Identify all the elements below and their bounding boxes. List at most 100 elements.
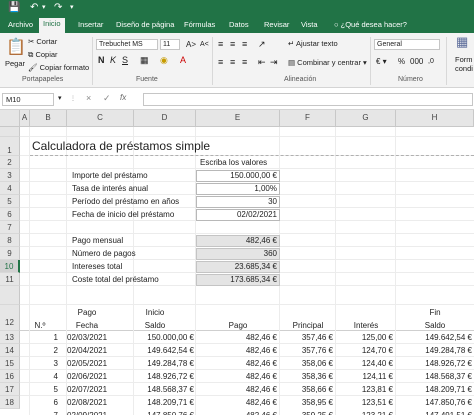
paste-button[interactable]: Pegar bbox=[5, 59, 25, 68]
tab-revisar[interactable]: Revisar bbox=[260, 19, 293, 33]
row-header[interactable]: 12 bbox=[0, 305, 20, 331]
tab-vista[interactable]: Vista bbox=[297, 19, 322, 33]
comma-style-icon[interactable]: 000 bbox=[410, 57, 423, 67]
tab-formulas[interactable]: Fórmulas bbox=[180, 19, 219, 33]
interest-cell: 123,21 € bbox=[336, 409, 393, 415]
copy-button[interactable]: ⧉ Copiar bbox=[28, 50, 58, 60]
namebox-dropdown-icon[interactable]: ▾ bbox=[58, 94, 62, 104]
end-balance-cell: 149.284,78 € bbox=[425, 346, 472, 355]
shrink-font-icon[interactable]: A˂ bbox=[200, 40, 209, 50]
increase-indent-icon[interactable]: ⇥ bbox=[270, 57, 278, 67]
save-icon[interactable]: 💾 bbox=[8, 2, 20, 14]
principal-cell: 357,46 € bbox=[301, 333, 333, 342]
row-header[interactable]: 7 bbox=[0, 221, 20, 234]
row-header[interactable]: 15 bbox=[0, 357, 20, 370]
percent-icon[interactable]: % bbox=[398, 57, 405, 67]
select-all-corner[interactable] bbox=[0, 110, 20, 127]
payment-cell: 482,46 € bbox=[196, 409, 277, 415]
font-name-select[interactable]: Trebuchet MS bbox=[96, 39, 158, 50]
interest-cell: 123,51 € bbox=[361, 398, 393, 407]
italic-icon[interactable]: K bbox=[110, 55, 116, 65]
tab-datos[interactable]: Datos bbox=[225, 19, 253, 33]
column-header-d[interactable]: D bbox=[134, 110, 196, 127]
row-header[interactable]: 18 bbox=[0, 396, 20, 409]
align-top-icon[interactable]: ≡ bbox=[218, 39, 223, 49]
fill-color-icon[interactable]: ◉ bbox=[160, 55, 168, 65]
row-header[interactable]: 6 bbox=[0, 208, 20, 221]
undo-icon[interactable]: ↶ bbox=[30, 2, 38, 14]
row-header[interactable]: 16 bbox=[0, 370, 20, 383]
formula-input[interactable] bbox=[143, 93, 473, 106]
name-box[interactable]: M10 bbox=[2, 93, 54, 106]
sheet-title: Calculadora de préstamos simple bbox=[32, 139, 211, 153]
column-header-c[interactable]: C bbox=[67, 110, 134, 127]
worksheet-grid[interactable]: A B C D E F G H 1 2 3 4 5 6 7 8 9 10 11 … bbox=[0, 110, 474, 415]
total-interest-value: 23.685,34 € bbox=[234, 262, 277, 271]
grow-font-icon[interactable]: A˃ bbox=[186, 40, 196, 50]
row-header[interactable]: 1 bbox=[0, 137, 20, 156]
align-right-icon[interactable]: ≡ bbox=[242, 57, 247, 67]
row-header[interactable]: 11 bbox=[0, 273, 20, 286]
align-middle-icon[interactable]: ≡ bbox=[230, 39, 235, 49]
payment-date-cell: 02/08/2021 bbox=[67, 398, 108, 407]
fx-icon[interactable]: fx bbox=[120, 93, 126, 103]
decrease-indent-icon[interactable]: ⇤ bbox=[258, 57, 266, 67]
column-header-g[interactable]: G bbox=[336, 110, 396, 127]
tab-archivo[interactable]: Archivo bbox=[4, 19, 37, 33]
row-header[interactable]: 4 bbox=[0, 182, 20, 195]
customize-toolbar-icon[interactable]: ▾ bbox=[70, 2, 74, 14]
decimal-icon[interactable]: ,0 bbox=[428, 57, 434, 67]
column-header-e[interactable]: E bbox=[196, 110, 280, 127]
bold-icon[interactable]: N bbox=[98, 55, 105, 65]
payment-cell: 482,46 € bbox=[245, 398, 277, 407]
payment-cell: 482,46 € bbox=[245, 372, 277, 381]
column-header-h[interactable]: H bbox=[396, 110, 474, 127]
ribbon-divider bbox=[212, 37, 213, 85]
row-header[interactable] bbox=[0, 286, 20, 305]
row-header[interactable]: 14 bbox=[0, 344, 20, 357]
principal-cell: 358,06 € bbox=[301, 359, 333, 368]
number-format-select[interactable]: General bbox=[374, 39, 440, 50]
merge-center-button[interactable]: ▤ Combinar y centrar ▾ bbox=[288, 58, 367, 67]
redo-icon[interactable]: ↷ bbox=[54, 2, 62, 14]
conditional-format-label2: condi bbox=[455, 64, 473, 73]
tab-diseno-pagina[interactable]: Diseño de página bbox=[112, 19, 178, 33]
enter-icon[interactable]: ✓ bbox=[103, 93, 111, 103]
font-size-select[interactable]: 11 bbox=[160, 39, 180, 50]
tab-inicio[interactable]: Inicio bbox=[39, 18, 65, 33]
row-header[interactable]: 2 bbox=[0, 156, 20, 169]
conditional-format-icon[interactable]: ▦ bbox=[456, 35, 468, 48]
row-header[interactable]: 9 bbox=[0, 247, 20, 260]
payment-date-cell: 02/03/2021 bbox=[67, 333, 108, 342]
align-bottom-icon[interactable]: ≡ bbox=[242, 39, 247, 49]
row-header[interactable] bbox=[0, 127, 20, 137]
cancel-icon[interactable]: × bbox=[86, 93, 91, 103]
conditional-format-button[interactable]: Form bbox=[455, 55, 473, 64]
underline-icon[interactable]: S bbox=[122, 55, 128, 65]
align-left-icon[interactable]: ≡ bbox=[218, 57, 223, 67]
row-header-selected[interactable]: 10 bbox=[0, 260, 20, 273]
row-header[interactable]: 8 bbox=[0, 234, 20, 247]
align-center-icon[interactable]: ≡ bbox=[230, 57, 235, 67]
column-header-a[interactable]: A bbox=[20, 110, 30, 127]
tell-me-box[interactable]: ○ ¿Qué desea hacer? bbox=[330, 19, 411, 33]
row-header[interactable]: 13 bbox=[0, 331, 20, 344]
row-header[interactable]: 5 bbox=[0, 195, 20, 208]
orientation-icon[interactable]: ↗ bbox=[258, 39, 266, 49]
payment-number-cell: 4 bbox=[53, 372, 58, 381]
font-color-icon[interactable]: A bbox=[180, 55, 186, 65]
payment-number-cell: 7 bbox=[30, 409, 58, 415]
borders-icon[interactable]: ▦ bbox=[140, 55, 149, 65]
column-header-b[interactable]: B bbox=[30, 110, 67, 127]
more-icon: ⋮ bbox=[70, 96, 76, 102]
column-header-f[interactable]: F bbox=[280, 110, 336, 127]
row-header[interactable]: 3 bbox=[0, 169, 20, 182]
cut-button[interactable]: ✂ Cortar bbox=[28, 37, 57, 46]
row-header[interactable]: 17 bbox=[0, 383, 20, 396]
wrap-text-button[interactable]: ↵ Ajustar texto bbox=[288, 39, 338, 48]
accounting-format-icon[interactable]: € ▾ bbox=[376, 57, 387, 67]
tab-insertar[interactable]: Insertar bbox=[74, 19, 107, 33]
paste-icon[interactable]: 📋 bbox=[6, 39, 26, 57]
format-painter-button[interactable]: 🖌 Copiar formato bbox=[28, 63, 89, 72]
undo-dropdown-icon[interactable]: ▾ bbox=[42, 2, 46, 14]
